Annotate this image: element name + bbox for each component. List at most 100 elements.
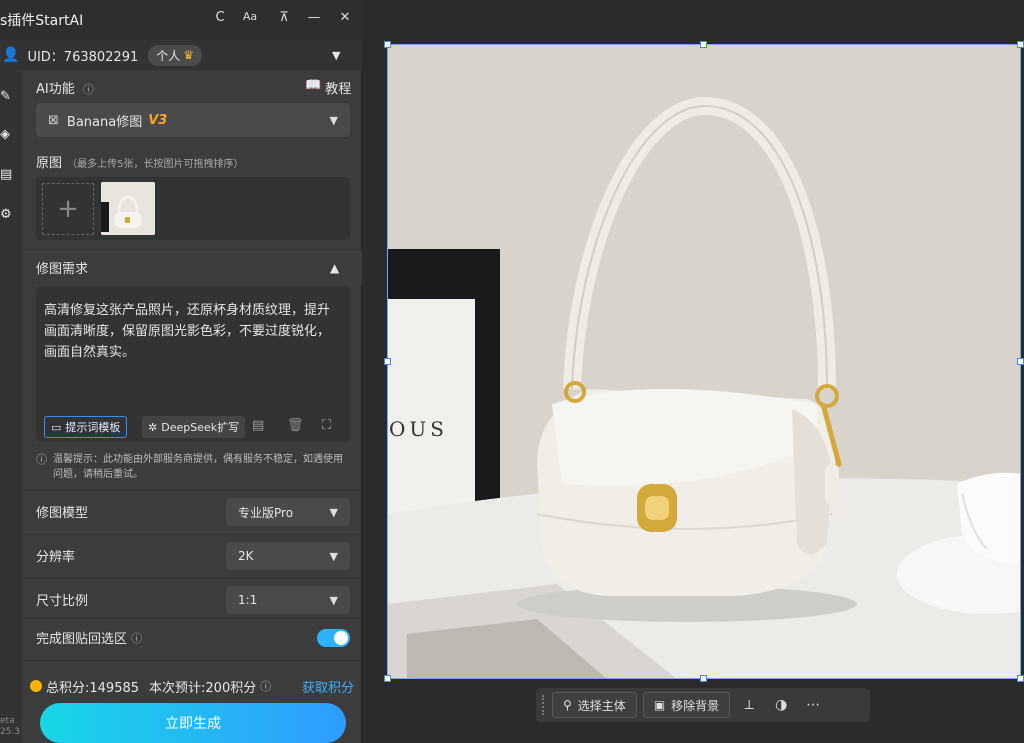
ai-function-select[interactable]: ⊠ Banana修图 V3 ▼ [36,103,350,137]
get-points-link[interactable]: 获取积分 [302,677,354,696]
resize-handle-bottom-left[interactable] [384,675,391,682]
chevron-up-icon[interactable]: ▲ [330,261,339,275]
panel-titlebar: s插件StartAI C Aa ⊼ — ✕ [0,0,362,40]
refresh-icon[interactable]: C [210,10,230,25]
points-row: 总积分:149585 本次预计:200积分 ⓘ 获取积分 [30,676,360,696]
resolution-value: 2K [238,549,254,563]
paste-back-toggle[interactable] [317,629,350,647]
plugin-panel: s插件StartAI C Aa ⊼ — ✕ 👤 UID：763802291 个人… [0,0,362,743]
image-edit-icon: ⊠ [48,112,59,128]
deepseek-expand-label: DeepSeek扩写 [161,421,240,434]
divider [24,660,362,661]
thumbnail-image [101,182,155,235]
chevron-down-icon: ▼ [329,505,338,519]
resize-handle-bottom-right[interactable] [1017,675,1024,682]
service-notice: ⓘ 温馨提示：此功能由外部服务商提供，偶有服务不稳定，如遇使用问题，请稍后重试。 [36,452,350,482]
pin-icon[interactable]: ⊼ [274,10,294,25]
paste-back-row: 完成图贴回选区 ⓘ [24,618,362,656]
app-title: s插件StartAI [0,13,84,29]
resize-handle-top-left[interactable] [384,41,391,48]
remove-background-label: 移除背景 [671,698,720,713]
requirements-label: 修图需求 [36,262,89,277]
model-select[interactable]: 专业版Pro ▼ [226,498,350,526]
service-notice-text: 温馨提示：此功能由外部服务商提供，偶有服务不稳定，如遇使用问题，请稍后重试。 [53,454,343,480]
model-row: 修图模型 专业版Pro ▼ [24,490,362,532]
resolution-select[interactable]: 2K ▼ [226,542,350,570]
resize-handle-top[interactable] [700,41,707,48]
ai-function-label: AI功能 [36,82,75,97]
font-size-icon[interactable]: Aa [240,10,260,23]
user-icon: 👤 [2,47,20,63]
edit-icon[interactable]: ✎ [0,90,14,104]
box-print-text: OUS [389,417,448,441]
template-icon: ▭ [51,420,62,434]
deepseek-expand-button[interactable]: ✲ DeepSeek扩写 [142,416,246,438]
image-icon: ▣ [653,698,666,712]
person-icon: ⚲ [563,698,572,712]
more-options-icon[interactable]: ⋯ [800,692,826,718]
fullscreen-icon[interactable]: ⛶ [322,418,331,433]
plan-badge: 个人 ♛ [148,44,203,66]
resize-handle-top-right[interactable] [1017,41,1024,48]
source-image-hint: （最多上传5张，长按图片可拖拽排序） [67,159,244,170]
side-nav: ✎ ◈ ▤ ⚙ [0,70,22,743]
version-line-1: eta [0,716,15,726]
select-subject-button[interactable]: ⚲ 选择主体 [552,692,637,718]
product-photo[interactable]: OUS [387,44,1021,679]
resize-handle-left[interactable] [384,358,391,365]
total-points: 总积分:149585 [46,680,140,696]
tutorial-label: 教程 [325,82,352,97]
ratio-value: 1:1 [238,593,258,607]
generate-button[interactable]: 立即生成 [40,703,346,743]
source-image-label: 原图 [36,156,63,171]
ratio-select[interactable]: 1:1 ▼ [226,586,350,614]
requirements-heading[interactable]: 修图需求 ▲ [24,249,362,285]
ratio-row: 尺寸比例 1:1 ▼ [24,578,362,620]
adjustment-icon[interactable]: ◑ [768,692,794,718]
select-subject-label: 选择主体 [577,698,626,713]
requirements-textarea[interactable]: 高清修复这张产品照片，还原杯身材质纹理，提升画面清晰度，保留原图光影色彩，不要过… [36,286,350,442]
resize-handle-bottom[interactable] [700,675,707,682]
deepseek-whale-icon: ✲ [148,420,158,434]
drag-grip-icon[interactable] [542,695,546,715]
document-icon[interactable]: ▤ [0,168,14,182]
contextual-task-bar: ⚲ 选择主体 ▣ 移除背景 ⟂ ◑ ⋯ [536,688,870,722]
model-label: 修图模型 [36,506,89,521]
chevron-down-icon: ▼ [329,593,338,607]
model-value: 专业版Pro [238,505,294,520]
info-icon[interactable]: ⓘ [131,630,142,646]
ai-function-value: Banana修图 [66,114,143,130]
layers-icon[interactable]: ◈ [0,128,14,142]
version-line-2: 25.3 [0,727,21,737]
source-image-heading: 原图 （最多上传5张，长按图片可拖拽排序） [36,152,243,171]
requirements-text: 高清修复这张产品照片，还原杯身材质纹理，提升画面清晰度，保留原图光影色彩，不要过… [44,303,331,360]
trash-icon[interactable]: 🗑 [287,418,304,433]
remove-background-button[interactable]: ▣ 移除背景 [642,692,731,718]
crop-transform-icon[interactable]: ⟂ [736,692,762,718]
crown-icon: ♛ [183,48,195,62]
chevron-down-icon: ▼ [329,549,338,563]
plan-label: 个人 [156,48,181,63]
close-icon[interactable]: ✕ [335,10,355,25]
chevron-down-icon: ▼ [329,113,338,127]
chevron-down-icon[interactable]: ▼ [332,49,340,62]
uid-text: UID：763802291 [27,49,139,65]
info-icon[interactable]: ⓘ [260,678,271,694]
history-icon[interactable]: ▤ [252,418,264,433]
account-row[interactable]: 👤 UID：763802291 个人 ♛ ▼ [0,40,362,70]
settings-gear-icon[interactable]: ⚙ [0,208,14,222]
resolution-row: 分辨率 2K ▼ [24,534,362,576]
minimize-icon[interactable]: — [304,10,324,25]
add-image-button[interactable]: + [42,183,94,235]
paste-back-label: 完成图贴回选区 [36,632,128,647]
estimated-cost: 本次预计:200积分 [149,680,257,696]
info-icon[interactable]: ⓘ [83,83,94,96]
resize-handle-right[interactable] [1017,358,1024,365]
resolution-label: 分辨率 [36,550,76,565]
prompt-template-button[interactable]: ▭ 提示词模板 [44,416,128,438]
coin-icon [30,680,42,692]
source-thumbnail[interactable] [101,182,155,235]
version-text: eta 25.3 [0,716,20,738]
prompt-template-label: 提示词模板 [65,421,121,434]
tutorial-link[interactable]: 📖 教程 [305,78,351,97]
